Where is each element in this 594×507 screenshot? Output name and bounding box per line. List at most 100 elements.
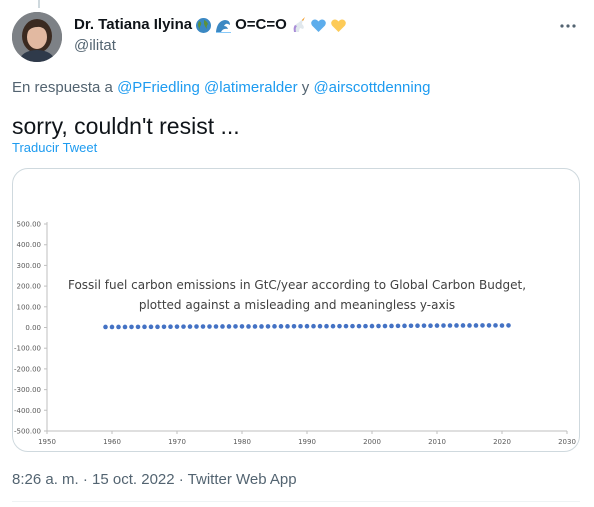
x-tick-label: 1960 (103, 438, 121, 446)
tweet-timestamp[interactable]: 8:26 a. m. · 15 oct. 2022 · Twitter Web … (12, 470, 297, 490)
data-point (259, 324, 264, 329)
data-point (298, 323, 303, 329)
data-point (155, 324, 160, 330)
x-tick-label: 1970 (168, 438, 186, 446)
y-tick-label: 0.00 (25, 324, 41, 332)
data-point (272, 324, 277, 329)
tweet-text: sorry, couldn't resist ... (12, 113, 240, 139)
y-tick-label: 500.00 (17, 221, 42, 229)
data-point (207, 324, 212, 329)
divider (12, 501, 580, 502)
data-point (454, 323, 459, 328)
data-point (148, 324, 154, 330)
thread-connector-line (38, 0, 40, 8)
data-point (239, 324, 245, 329)
data-point (317, 323, 323, 329)
handle[interactable]: @ilitat (74, 36, 347, 56)
data-point (382, 323, 388, 329)
data-point (324, 323, 329, 329)
data-point (246, 324, 251, 329)
data-point (311, 323, 316, 329)
y-tick-label: -100.00 (14, 345, 41, 353)
data-point (116, 324, 121, 330)
data-point (122, 324, 128, 330)
data-point (129, 324, 134, 330)
y-tick-label: -400.00 (14, 407, 41, 415)
data-point (467, 323, 472, 328)
mention-pfriedling[interactable]: @PFriedling (117, 79, 200, 96)
data-point (200, 324, 206, 329)
data-point (278, 324, 284, 329)
y-tick-label: -500.00 (14, 428, 41, 436)
data-point (142, 324, 147, 330)
data-point (460, 323, 466, 328)
data-point (493, 323, 498, 328)
data-point (181, 324, 186, 329)
data-point (174, 324, 180, 329)
data-point (389, 323, 394, 329)
y-tick-label: -300.00 (14, 386, 41, 394)
globe-icon (195, 17, 212, 34)
data-point (330, 323, 336, 329)
unicorn-icon (290, 16, 307, 34)
data-point (109, 324, 115, 330)
tweet-media-chart[interactable]: 500.00 400.00 300.00 200.00 100.00 0.00 -100.0… (12, 168, 580, 452)
chart-annotation-line-1: Fossil fuel carbon emissions in GtC/year… (67, 278, 527, 292)
data-point (473, 323, 479, 328)
data-point (291, 323, 297, 329)
chart-annotation-line-2: plotted against a misleading and meaning… (138, 298, 456, 312)
data-point (187, 324, 193, 329)
data-point (376, 323, 381, 329)
data-point (415, 323, 420, 329)
data-point (252, 324, 258, 329)
x-tick-label: 2030 (558, 438, 576, 446)
more-horizontal-icon[interactable] (558, 16, 578, 36)
x-tick-label: 1950 (38, 438, 56, 446)
data-point (226, 324, 232, 329)
data-point (369, 323, 375, 329)
data-point (486, 323, 492, 328)
reply-connector: y (301, 79, 310, 96)
data-point (428, 323, 433, 328)
display-name[interactable]: Dr. Tatiana Ilyina O=C=O (74, 16, 347, 34)
wave-icon (215, 17, 232, 34)
data-point (168, 324, 173, 330)
name-suffix: O=C=O (235, 16, 287, 33)
data-point (480, 323, 485, 328)
tweet-header: Dr. Tatiana Ilyina O=C=O @ilitat (12, 12, 580, 62)
reply-prefix: En respuesta a (12, 79, 113, 96)
yellow-heart-icon (330, 17, 347, 34)
data-point (161, 324, 167, 330)
data-point (337, 323, 342, 329)
data-point (395, 323, 401, 329)
data-point (506, 323, 511, 328)
y-tick-label: 400.00 (17, 241, 42, 249)
data-point (402, 323, 407, 329)
translate-tweet-link[interactable]: Traducir Tweet (12, 140, 97, 156)
display-name-text: Dr. Tatiana Ilyina (74, 16, 193, 33)
data-point (135, 324, 141, 330)
data-point (265, 324, 271, 329)
author-names: Dr. Tatiana Ilyina O=C=O @ilitat (74, 16, 347, 56)
data-point (350, 323, 355, 329)
data-point (213, 324, 219, 329)
reply-context: En respuesta a @PFriedling @latimeralder… (12, 78, 430, 98)
data-point (103, 324, 108, 330)
data-point (441, 323, 446, 328)
mention-airscottdenning[interactable]: @airscottdenning (313, 79, 430, 96)
data-point (220, 324, 225, 329)
data-point (363, 323, 368, 329)
y-tick-label: -200.00 (14, 365, 41, 373)
mention-latimeralder[interactable]: @latimeralder (204, 79, 298, 96)
x-tick-label: 1980 (233, 438, 251, 446)
data-point (285, 324, 290, 329)
x-tick-label: 1990 (298, 438, 316, 446)
avatar[interactable] (12, 12, 62, 62)
data-point (434, 323, 440, 328)
data-point (304, 323, 310, 329)
data-point (447, 323, 453, 328)
data-point (421, 323, 427, 328)
data-point (408, 323, 414, 329)
x-tick-label: 2020 (493, 438, 511, 446)
blue-heart-icon (310, 17, 327, 34)
